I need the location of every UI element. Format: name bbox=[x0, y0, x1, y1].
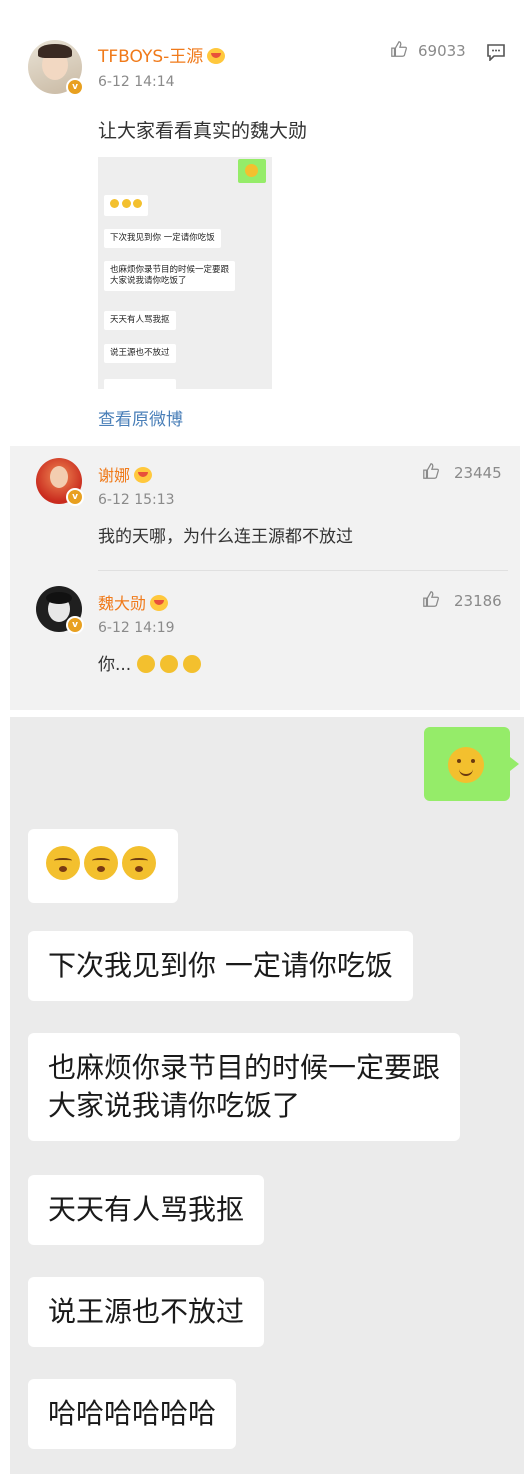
mini-message: 也麻烦你录节目的时候一定要跟 大家说我请你吃饭了 bbox=[104, 261, 236, 291]
comment-text: 你... bbox=[98, 650, 202, 675]
emoji-icon bbox=[84, 846, 118, 880]
emoji-icon bbox=[122, 846, 156, 880]
comment-item: v 魏大勋 6-12 14:19 23186 你... bbox=[10, 574, 520, 694]
comment-username[interactable]: 谢娜 bbox=[98, 462, 153, 486]
like-icon[interactable] bbox=[422, 590, 440, 608]
post-username-text: TFBOYS-王源 bbox=[98, 47, 204, 67]
crown-icon bbox=[207, 48, 226, 64]
post-time: 6-12 14:14 bbox=[98, 74, 175, 90]
mini-message: 说王源也不放过 bbox=[104, 344, 176, 363]
crown-icon bbox=[134, 467, 153, 483]
comment-username[interactable]: 魏大勋 bbox=[98, 590, 169, 614]
comment-text: 我的天哪，为什么连王源都不放过 bbox=[98, 527, 353, 547]
view-original-link[interactable]: 查看原微博 bbox=[98, 405, 183, 430]
comment-like-count: 23445 bbox=[454, 464, 502, 482]
like-icon[interactable] bbox=[390, 40, 408, 58]
comment-time: 6-12 14:19 bbox=[98, 620, 175, 636]
post-like-count: 69033 bbox=[418, 42, 466, 60]
post-text: 让大家看看真实的魏大勋 bbox=[98, 120, 308, 142]
mini-message-cut bbox=[104, 379, 176, 389]
comment-username-text: 魏大勋 bbox=[98, 594, 147, 613]
emoji-icon bbox=[46, 846, 80, 880]
received-message-bubble[interactable]: 哈哈哈哈哈哈 bbox=[28, 1379, 237, 1449]
verified-badge-icon: v bbox=[66, 616, 84, 634]
comment-icon[interactable] bbox=[486, 43, 506, 61]
comment-time: 6-12 15:13 bbox=[98, 492, 175, 508]
sent-message-bubble[interactable] bbox=[424, 727, 510, 801]
post-username[interactable]: TFBOYS-王源 bbox=[98, 42, 226, 67]
emoji-icon bbox=[136, 655, 155, 673]
crown-icon bbox=[150, 595, 169, 611]
divider bbox=[98, 570, 508, 571]
weibo-panel: v TFBOYS-王源 6-12 14:14 69033 让大家看看真实的魏大勋… bbox=[10, 12, 520, 710]
post-image[interactable]: 下次我见到你 一定请你吃饭 也麻烦你录节目的时候一定要跟 大家说我请你吃饭了 天… bbox=[98, 157, 272, 389]
verified-badge-icon: v bbox=[66, 488, 84, 506]
mini-message: 天天有人骂我抠 bbox=[104, 311, 176, 330]
chat-screenshot: 下次我见到你 一定请你吃饭 也麻烦你录节目的时候一定要跟 大家说我请你吃饭了 天… bbox=[10, 717, 524, 1474]
comment-username-text: 谢娜 bbox=[98, 466, 131, 485]
bubble-tail bbox=[510, 757, 519, 771]
received-message-bubble[interactable]: 下次我见到你 一定请你吃饭 bbox=[28, 931, 413, 1001]
received-message-bubble[interactable]: 说王源也不放过 bbox=[28, 1277, 265, 1347]
emoji-icon bbox=[183, 655, 202, 673]
comment-like-count: 23186 bbox=[454, 592, 502, 610]
verified-badge-icon: v bbox=[66, 78, 84, 96]
comment-text-content: 你... bbox=[98, 655, 132, 675]
comment-item: v 谢娜 6-12 15:13 23445 我的天哪，为什么连王源都不放过 bbox=[10, 446, 520, 574]
weibo-post: v TFBOYS-王源 6-12 14:14 69033 让大家看看真实的魏大勋… bbox=[10, 12, 520, 446]
emoji-icon bbox=[160, 655, 179, 673]
received-message-bubble[interactable]: 也麻烦你录节目的时候一定要跟 大家说我请你吃饭了 bbox=[28, 1033, 461, 1141]
like-icon[interactable] bbox=[422, 462, 440, 480]
received-message-bubble[interactable]: 天天有人骂我抠 bbox=[28, 1175, 265, 1245]
mini-sent-bubble bbox=[238, 159, 266, 183]
smile-emoji-icon bbox=[448, 747, 484, 783]
emoji-message-bubble[interactable] bbox=[28, 829, 178, 903]
mini-message: 下次我见到你 一定请你吃饭 bbox=[104, 229, 221, 248]
mini-emoji-bubble bbox=[104, 195, 149, 216]
